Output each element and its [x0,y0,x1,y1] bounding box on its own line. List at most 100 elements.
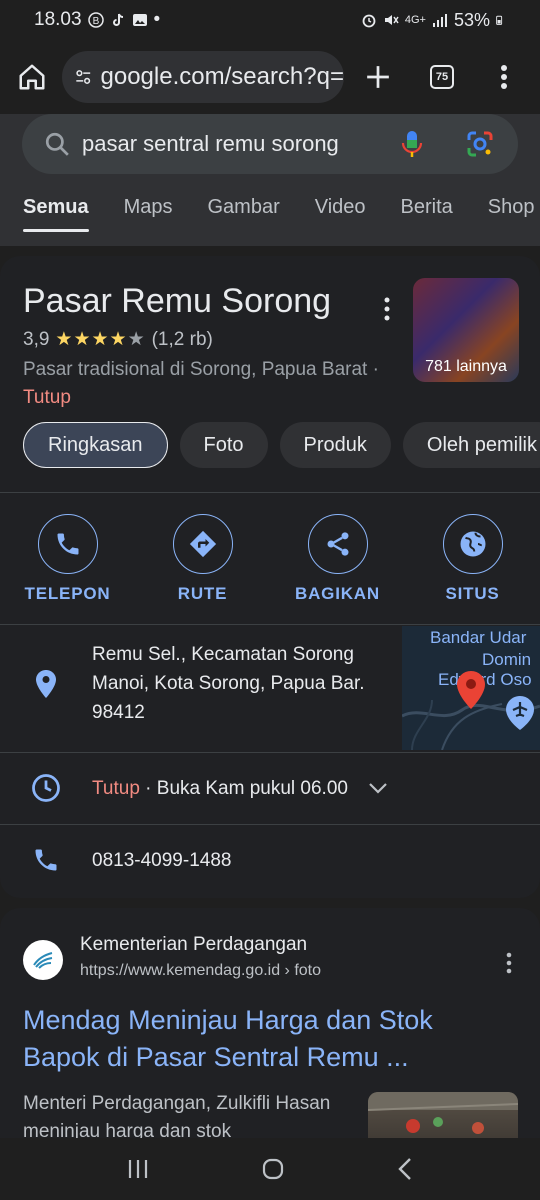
chip-produk[interactable]: Produk [279,422,391,468]
search-input[interactable]: pasar sentral remu sorong [22,114,518,174]
directions-button[interactable]: RUTE [135,514,270,604]
address-row[interactable]: Remu Sel., Kecamatan Sorong Manoi, Kota … [0,640,400,727]
photo-count: 781 lainnya [425,358,507,375]
divider [0,824,540,825]
website-label: SITUS [445,584,500,603]
search-result: Kementerian Perdagangan https://www.keme… [0,908,540,1148]
site-settings-icon[interactable] [74,66,93,88]
browser-menu-button[interactable] [474,47,534,107]
empty-star: ★ [127,329,146,350]
chip-oleh-pemilik[interactable]: Oleh pemilik [402,422,540,468]
hours-status: Tutup [92,777,140,799]
tab-video[interactable]: Video [315,196,366,232]
tab-count: 75 [430,65,454,89]
chip-foto[interactable]: Foto [179,422,268,468]
kemendag-logo-icon [33,952,53,969]
status-bar: 18.03 B • 4G+ 53% [0,0,540,40]
b-notification-icon: B [87,12,104,28]
voice-search-icon[interactable] [400,129,424,159]
home-icon [19,64,45,90]
browser-toolbar: google.com/search?q= 75 [0,40,540,114]
airport-icon [506,696,534,730]
share-icon [327,532,348,556]
plus-icon [367,66,389,88]
rating-stars: ★★★★★ [55,328,145,351]
result-site-name[interactable]: Kementerian Perdagangan [80,934,307,956]
pin-icon-wrap [0,669,92,699]
tab-berita[interactable]: Berita [401,196,453,232]
search-query: pasar sentral remu sorong [82,131,339,156]
category-separator: · [367,359,379,380]
clock-icon-wrap [0,773,92,803]
share-button[interactable]: BAGIKAN [270,514,405,604]
site-favicon [23,940,63,980]
filled-stars: ★★★★ [55,329,128,350]
category-text: Pasar tradisional di Sorong, Papua Barat [23,359,368,380]
place-rating[interactable]: 3,9 ★★★★★ (1,2 rb) [23,328,213,351]
signal-icon [432,14,447,27]
share-circle [307,514,368,574]
search-icon [45,132,69,156]
battery-percent: 53% [453,9,490,30]
phone-icon [35,849,57,871]
phone-row[interactable]: 0813-4099-1488 [0,842,540,878]
divider [0,492,540,493]
review-count: (1,2 rb) [151,328,213,350]
search-header: pasar sentral remu sorong Semua Maps Gam… [0,114,540,246]
call-button[interactable]: TELEPON [0,514,135,604]
clock-icon [32,774,60,802]
place-card: Pasar Remu Sorong 3,9 ★★★★★ (1,2 rb) Pas… [0,256,540,898]
location-pin-icon [36,669,56,698]
website-button[interactable]: SITUS [405,514,540,604]
svg-text:B: B [92,16,99,27]
new-tab-button[interactable] [346,47,410,107]
tab-switcher-button[interactable]: 75 [410,47,474,107]
place-title: Pasar Remu Sorong [23,282,332,320]
tab-maps[interactable]: Maps [124,196,173,232]
lens-icon[interactable] [466,130,494,158]
directions-icon [189,530,216,558]
place-actions: TELEPON RUTE BAGIKAN SITUS [0,514,540,604]
open-status: Tutup [23,387,71,408]
map-marker-icon [457,671,485,709]
status-time: 18.03 [34,9,82,30]
address-text: Remu Sel., Kecamatan Sorong Manoi, Kota … [92,644,365,723]
chevron-down-icon[interactable] [368,781,388,795]
directions-circle [172,514,233,574]
more-vert-icon[interactable] [378,294,396,324]
map-thumbnail[interactable]: Bandar Udar Domin Edward Oso [402,626,540,750]
chip-ringkasan[interactable]: Ringkasan [23,422,168,468]
tab-semua[interactable]: Semua [23,196,89,232]
hours-row[interactable]: Tutup · Buka Kam pukul 06.00 [0,768,540,808]
tab-gambar[interactable]: Gambar [208,196,280,232]
gallery-icon [132,14,147,26]
back-icon[interactable] [396,1157,414,1181]
address-bar[interactable]: google.com/search?q= [62,51,344,103]
place-photo[interactable]: 781 lainnya [413,278,519,382]
map-label-airport: Bandar Udar [430,628,527,647]
more-vert-icon [501,65,507,89]
tiktok-icon [112,13,123,26]
rating-value: 3,9 [23,328,50,350]
result-title-link[interactable]: Mendag Meninjau Harga dan Stok Bapok di … [23,1002,513,1076]
battery-icon [496,15,503,25]
hours-detail: · Buka Kam pukul 06.00 [139,777,348,799]
more-vert-icon[interactable] [500,948,518,978]
phone-number: 0813-4099-1488 [92,849,232,871]
call-circle [37,514,98,574]
place-category: Pasar tradisional di Sorong, Papua Barat… [23,356,383,412]
hours-text: Tutup · Buka Kam pukul 06.00 [92,774,348,803]
dot-icon: • [153,9,161,30]
divider [0,752,540,753]
home-nav-icon[interactable] [261,1157,285,1181]
recents-icon[interactable] [126,1158,150,1180]
search-filter-tabs: Semua Maps Gambar Video Berita Shop [0,196,540,246]
result-url[interactable]: https://www.kemendag.go.id › foto [80,962,321,980]
tab-shop[interactable]: Shop [488,196,535,232]
globe-icon [460,531,485,557]
home-button[interactable] [2,47,62,107]
directions-label: RUTE [177,584,228,603]
phone-icon [57,533,78,555]
phone-icon-wrap [0,846,92,874]
share-label: BAGIKAN [295,584,380,603]
